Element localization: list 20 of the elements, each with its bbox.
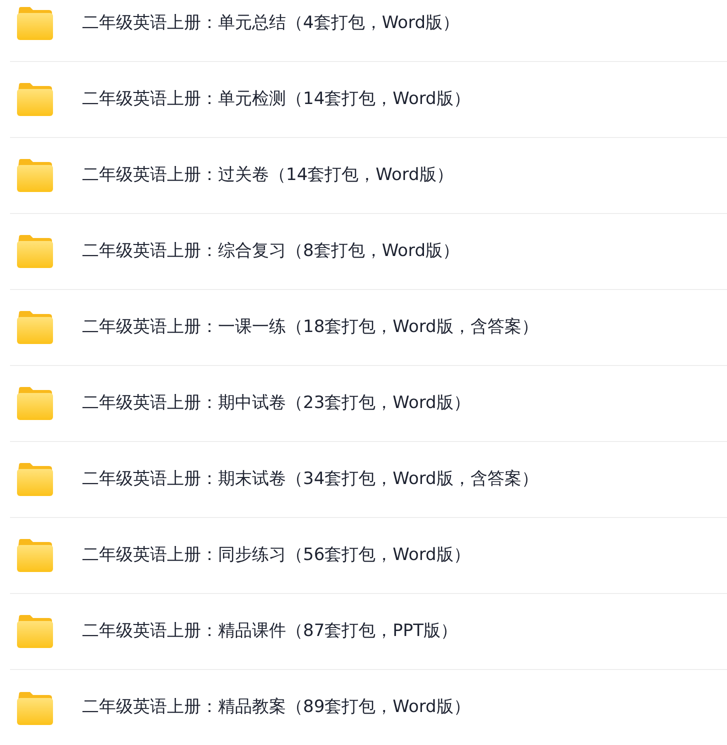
- file-name[interactable]: 二年级英语上册：过关卷（14套打包，Word版）: [82, 162, 454, 188]
- folder-icon: [17, 463, 53, 496]
- file-name[interactable]: 二年级英语上册：一课一练（18套打包，Word版，含答案）: [82, 314, 538, 340]
- folder-icon: [17, 692, 53, 724]
- folder-icon: [17, 83, 53, 116]
- folder-icon: [17, 615, 53, 648]
- file-name[interactable]: 二年级英语上册：期末试卷（34套打包，Word版，含答案）: [82, 466, 538, 492]
- file-name[interactable]: 二年级英语上册：期中试卷（23套打包，Word版）: [82, 390, 470, 416]
- file-name[interactable]: 二年级英语上册：单元总结（4套打包，Word版）: [82, 10, 460, 36]
- folder-icon: [17, 7, 53, 40]
- folder-icon: [17, 539, 53, 572]
- folder-icon: [17, 235, 53, 268]
- file-name[interactable]: 二年级英语上册：精品课件（87套打包，PPT版）: [82, 618, 458, 644]
- folder-icon: [17, 387, 53, 420]
- file-name[interactable]: 二年级英语上册：精品教案（89套打包，Word版）: [82, 695, 470, 721]
- folder-icon: [17, 159, 53, 192]
- file-name[interactable]: 二年级英语上册：同步练习（56套打包，Word版）: [82, 542, 470, 568]
- file-name[interactable]: 二年级英语上册：单元检测（14套打包，Word版）: [82, 86, 470, 112]
- folder-icon: [17, 311, 53, 344]
- file-name[interactable]: 二年级英语上册：综合复习（8套打包，Word版）: [82, 238, 460, 264]
